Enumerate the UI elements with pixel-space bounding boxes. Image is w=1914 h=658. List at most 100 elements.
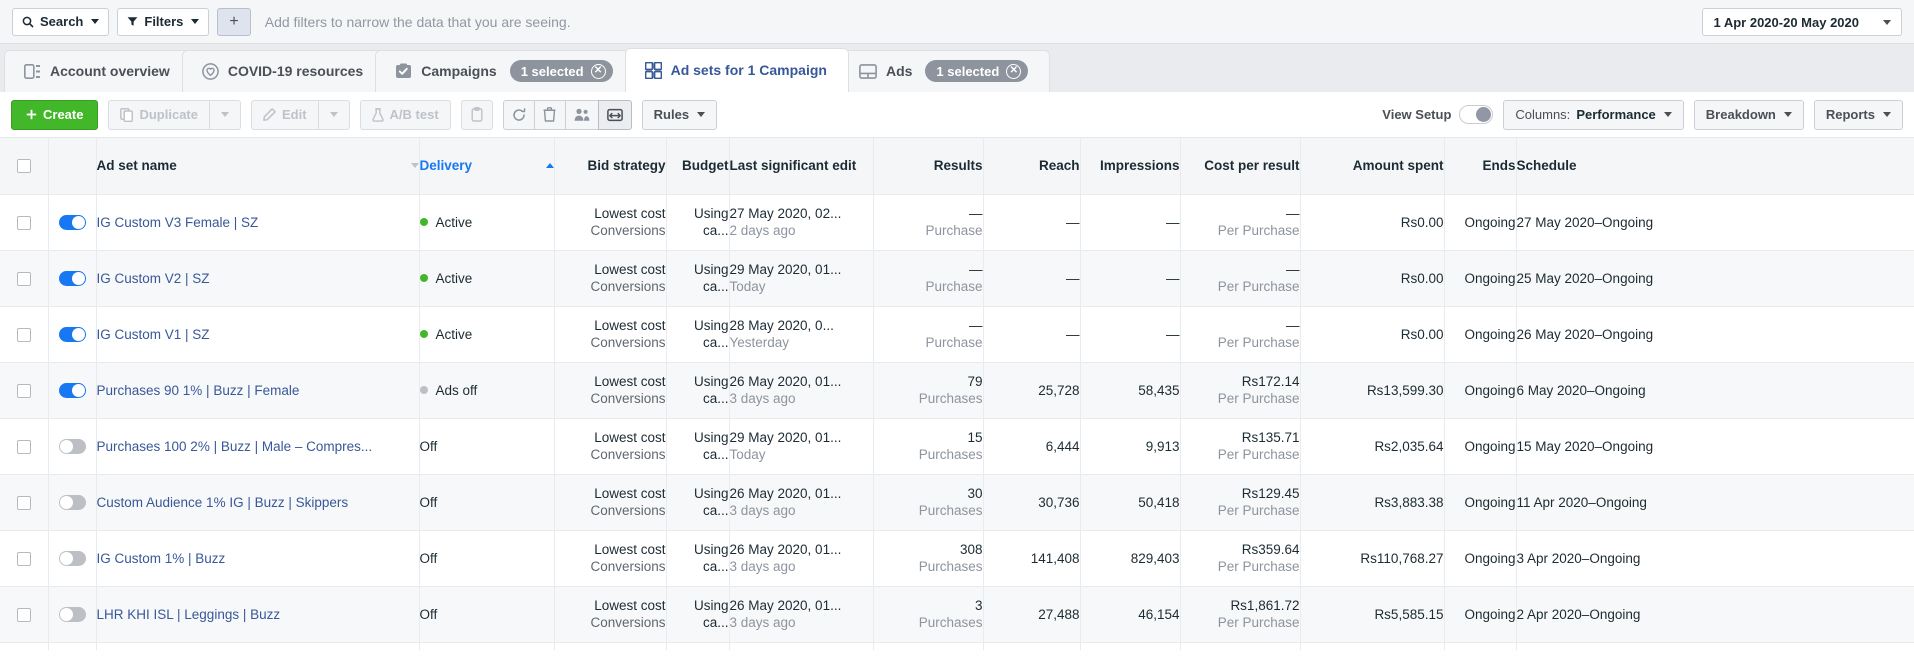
row-select-cell[interactable] [0,418,49,475]
create-button[interactable]: Create [11,99,99,130]
row-toggle-cell[interactable] [48,474,97,531]
column-header-cost-per-result[interactable]: Cost per result [1180,138,1301,195]
table-row[interactable]: LHR KHI ISL | Leggings | Buzz Off Lowest c… [0,586,1914,643]
ad-set-name-link[interactable]: IG Custom V1 | SZ [97,327,210,342]
row-checkbox[interactable] [16,551,31,566]
ad-set-name-cell[interactable]: IG Custom V1 | SZ [96,306,420,363]
close-icon[interactable]: ✕ [590,63,606,79]
refresh-button[interactable] [502,99,535,130]
view-setup-toggle[interactable]: View Setup [1382,105,1494,124]
column-header-delivery[interactable]: Delivery [419,138,555,195]
ad-set-name-link[interactable]: IG Custom V3 Female | SZ [97,215,259,230]
close-icon[interactable]: ✕ [1006,63,1022,79]
ad-set-name-cell[interactable]: Purchases 90 1% | Buzz | Female [96,362,420,419]
row-toggle-cell[interactable] [48,362,97,419]
filters-button[interactable]: Filters [117,7,210,36]
row-checkbox[interactable] [16,495,31,510]
column-header-reach[interactable]: Reach [983,138,1081,195]
select-all-checkbox[interactable] [16,159,31,174]
edit-button[interactable]: Edit [250,99,319,130]
row-checkbox[interactable] [16,383,31,398]
row-checkbox[interactable] [16,439,31,454]
column-header-ends[interactable]: Ends [1444,138,1517,195]
row-toggle-cell[interactable] [48,250,97,307]
edit-dropdown-button[interactable] [317,99,350,130]
ad-set-name-cell[interactable]: LHR KHI ISL | Leggings | Buzz [96,586,420,643]
table-row[interactable]: Purchases 90 1% | Buzz | Female Ads off Lo… [0,362,1914,419]
ad-set-status-toggle[interactable] [58,439,86,455]
audience-button[interactable] [564,99,599,130]
ad-set-status-toggle[interactable] [58,215,86,231]
view-setup-switch[interactable] [1459,105,1494,124]
ad-set-status-toggle[interactable] [58,495,86,511]
ad-set-status-toggle[interactable] [58,551,86,567]
row-toggle-cell[interactable] [48,194,97,251]
date-range-picker[interactable]: 1 Apr 2020-20 May 2020 [1702,8,1902,36]
ad-set-name-cell[interactable]: IG Custom V2 | SZ [96,250,420,307]
ad-set-name-cell[interactable]: IG Custom V3 Female | SZ [96,194,420,251]
row-select-cell[interactable] [0,474,49,531]
duplicate-dropdown-button[interactable] [208,99,241,130]
column-header-results[interactable]: Results [873,138,984,195]
row-toggle-cell[interactable] [48,530,97,587]
ad-set-name-cell[interactable]: Purchases 100 2% | Buzz | Male – Compres… [96,418,420,475]
table-row[interactable]: Custom Audience 1% IG | Buzz | Skippers O… [0,474,1914,531]
ad-set-status-toggle[interactable] [58,383,86,399]
tab-campaigns[interactable]: Campaigns 1 selected ✕ [375,50,635,92]
row-checkbox[interactable] [16,327,31,342]
table-row[interactable]: Purchases 100 2% | Buzz | Male – Compres… [0,418,1914,475]
row-checkbox[interactable] [16,215,31,230]
select-all-header[interactable] [0,138,49,195]
row-toggle-cell[interactable] [48,306,97,363]
ad-set-name-link[interactable]: IG Custom V2 | SZ [97,271,210,286]
reports-button[interactable]: Reports [1813,99,1903,130]
column-header-budget[interactable]: Budget [666,138,730,195]
row-select-cell[interactable] [0,530,49,587]
rules-button[interactable]: Rules [641,99,718,130]
search-button[interactable]: Search [12,7,110,36]
ad-set-name-link[interactable]: Custom Audience 1% IG | Buzz | Skippers [97,495,349,510]
tab-ads[interactable]: Ads 1 selected ✕ [838,50,1051,92]
ad-set-status-toggle[interactable] [58,271,86,287]
row-select-cell[interactable] [0,194,49,251]
row-select-cell[interactable] [0,362,49,419]
ad-set-name-link[interactable]: IG Custom 1% | Buzz [97,551,226,566]
column-header-last-significant-edit[interactable]: Last significant edit [729,138,874,195]
column-header-ad-set-name[interactable]: Ad set name [96,138,420,195]
row-select-cell[interactable] [0,306,49,363]
row-toggle-cell[interactable] [48,586,97,643]
column-header-bid-strategy[interactable]: Bid strategy [554,138,667,195]
ad-set-name-link[interactable]: Purchases 100 2% | Buzz | Male – Compres… [97,439,373,454]
table-row[interactable]: IG Custom 1% | Buzz Off Lowest cost Convers… [0,530,1914,587]
delete-button[interactable] [533,99,566,130]
column-header-impressions[interactable]: Impressions [1080,138,1181,195]
breakdown-button[interactable]: Breakdown [1693,99,1804,130]
tab-ad-sets-for-1-campaign[interactable]: Ad sets for 1 Campaign [624,48,849,92]
row-checkbox[interactable] [16,607,31,622]
add-filter-button[interactable]: + [217,7,251,36]
row-checkbox[interactable] [16,271,31,286]
ad-set-status-toggle[interactable] [58,327,86,343]
ab-test-button[interactable]: A/B test [359,99,451,130]
row-select-cell[interactable] [0,250,49,307]
row-toggle-cell[interactable] [48,418,97,475]
table-row[interactable]: IG Custom V3 Female | SZ Active Lowest cos… [0,194,1914,251]
ad-set-name-cell[interactable]: Custom Audience 1% IG | Buzz | Skippers [96,474,420,531]
sort-desc-icon[interactable] [410,163,419,169]
columns-button[interactable]: Columns: Performance [1503,99,1684,130]
table-row[interactable]: IG Custom V1 | SZ Active Lowest cost Conver… [0,306,1914,363]
ad-set-name-link[interactable]: LHR KHI ISL | Leggings | Buzz [97,607,281,622]
export-button[interactable] [597,99,632,130]
ad-sets-table-container[interactable]: Ad set name Delivery Bid strategy Budget… [0,138,1914,650]
column-header-amount-spent[interactable]: Amount spent [1300,138,1445,195]
tab-covid-19-resources[interactable]: COVID-19 resources [181,50,386,92]
tab-account-overview[interactable]: Account overview [4,50,192,92]
column-header-schedule[interactable]: Schedule [1516,138,1914,195]
duplicate-button[interactable]: Duplicate [108,99,210,130]
table-row[interactable]: IG Custom V2 | SZ Active Lowest cost Conver… [0,250,1914,307]
clipboard-icon-button[interactable] [460,99,493,130]
totals-label-cell[interactable]: Results from 8 ad setsi [96,641,420,650]
row-select-cell[interactable] [0,586,49,643]
sort-asc-icon[interactable] [545,163,554,169]
ad-set-name-link[interactable]: Purchases 90 1% | Buzz | Female [97,383,300,398]
